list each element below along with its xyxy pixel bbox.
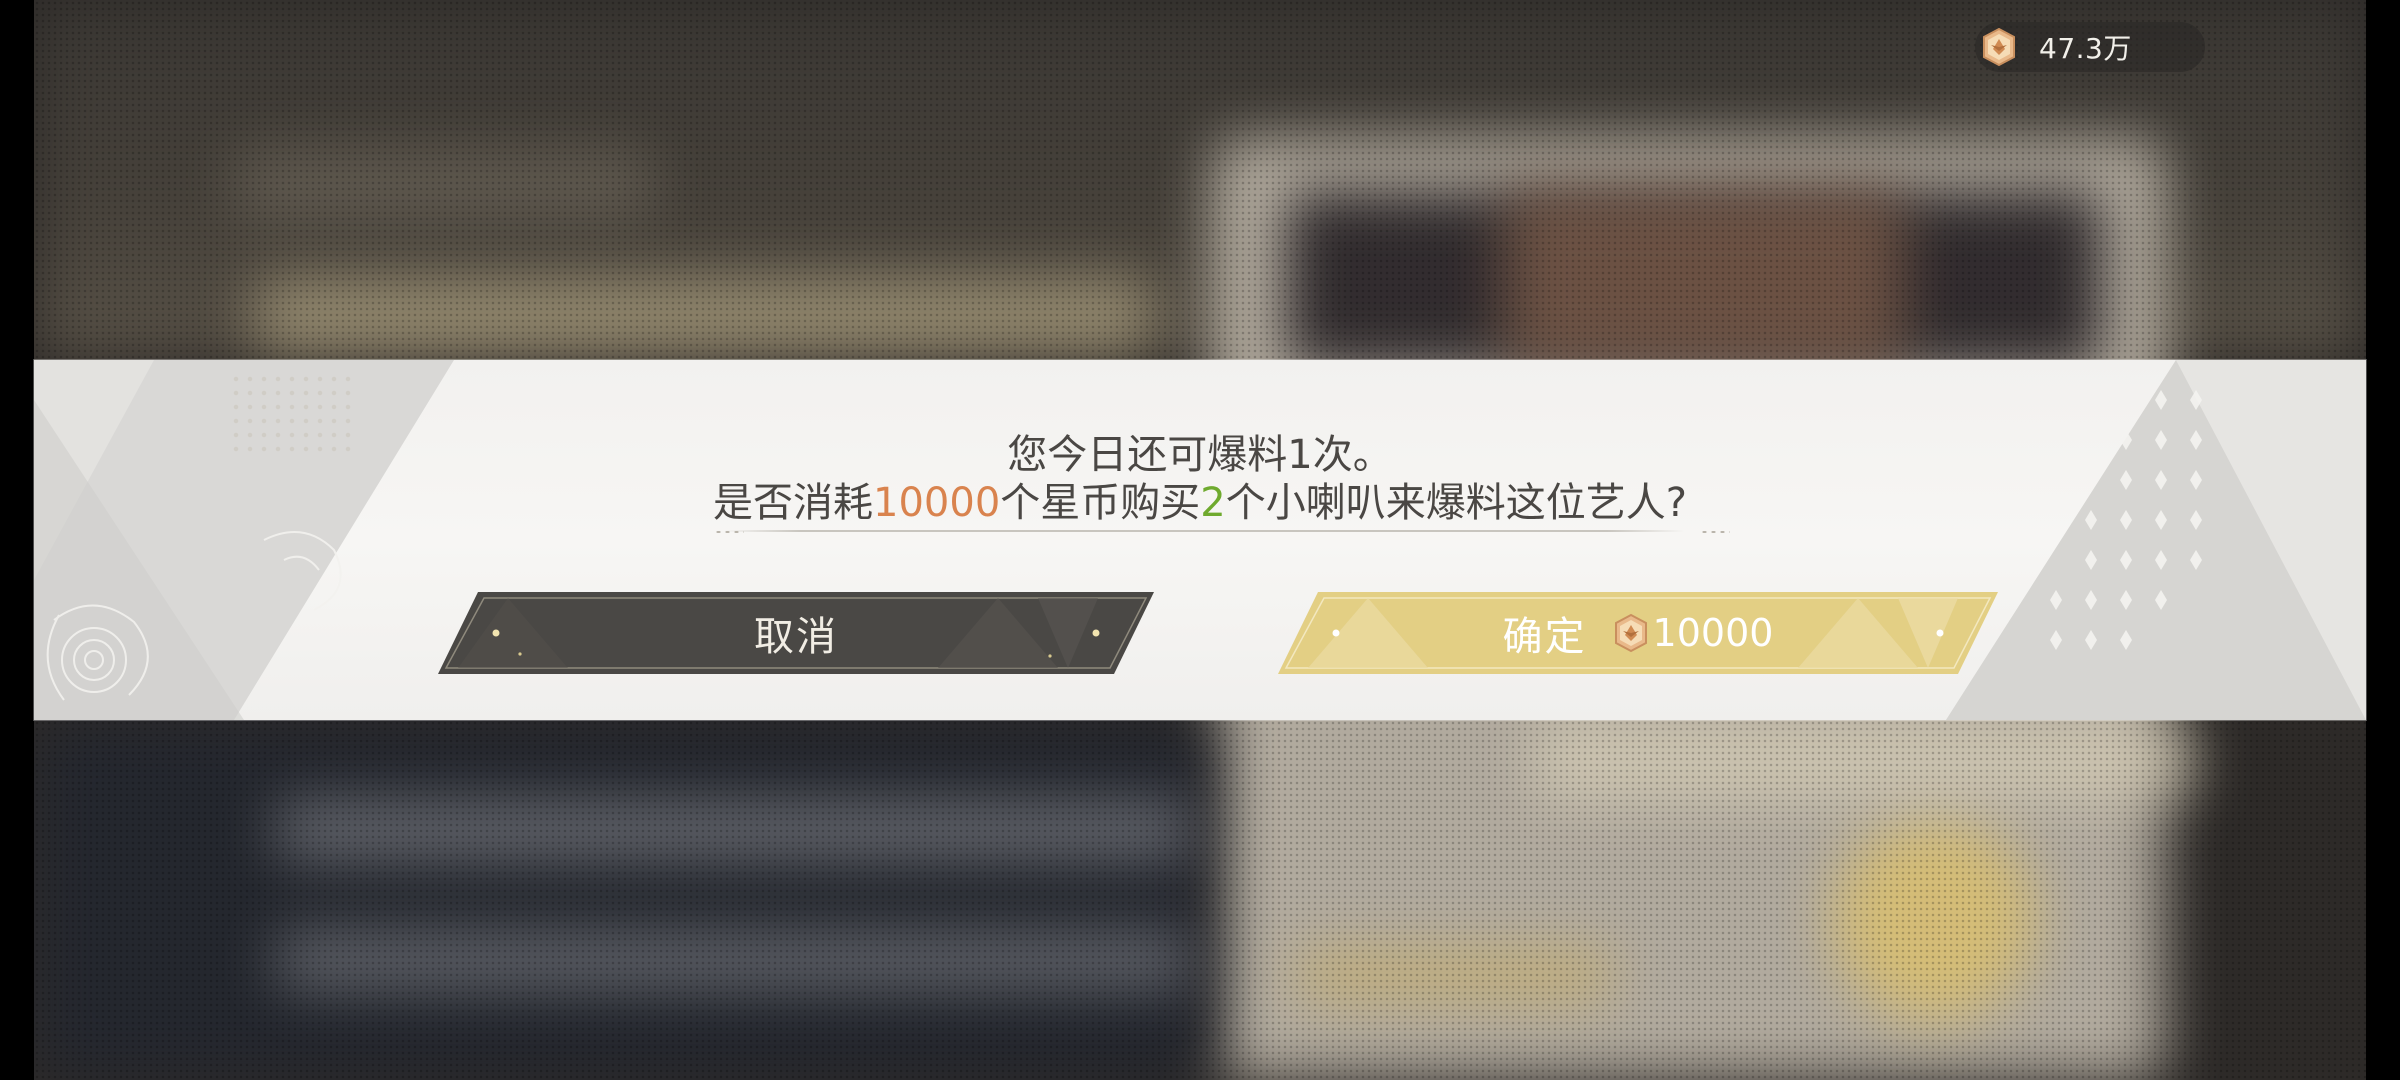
star-coin-icon: [1979, 27, 2019, 67]
prompt-suffix: 个小喇叭来爆料这位艺人?: [1225, 480, 1687, 526]
underline-dots-right: [1700, 530, 1730, 534]
cancel-button-label: 取消: [754, 614, 838, 660]
prompt-cost: 10000: [873, 480, 1001, 526]
currency-amount: 47.3万: [2039, 32, 2132, 65]
letterbox-left: [0, 0, 34, 1080]
game-screen: 47.3万 您今日还可爆料1次。 是否消耗10000个星币购买2个小喇叭来爆料这…: [0, 0, 2400, 1080]
text-underline: [724, 530, 1684, 532]
confirm-button-label: 确定: [1502, 614, 1587, 660]
prompt-prefix: 是否消耗: [713, 480, 874, 526]
cancel-button[interactable]: 取消: [438, 592, 1154, 674]
prompt-middle: 个星币购买: [1000, 480, 1201, 526]
letterbox-right: [2366, 0, 2400, 1080]
prompt-count: 2: [1200, 480, 1226, 526]
underline-dots-left: [714, 530, 744, 534]
star-coin-icon: [1611, 613, 1651, 653]
purchase-prompt-text: 是否消耗10000个星币购买2个小喇叭来爆料这位艺人?: [34, 470, 2366, 528]
currency-display[interactable]: 47.3万: [1975, 22, 2205, 72]
confirm-dialog: 您今日还可爆料1次。 是否消耗10000个星币购买2个小喇叭来爆料这位艺人? 取…: [34, 360, 2366, 720]
confirm-button[interactable]: 确定 10000: [1278, 592, 1998, 674]
confirm-cost: 10000: [1652, 611, 1774, 655]
dialog-right-decoration: [1946, 360, 2366, 720]
